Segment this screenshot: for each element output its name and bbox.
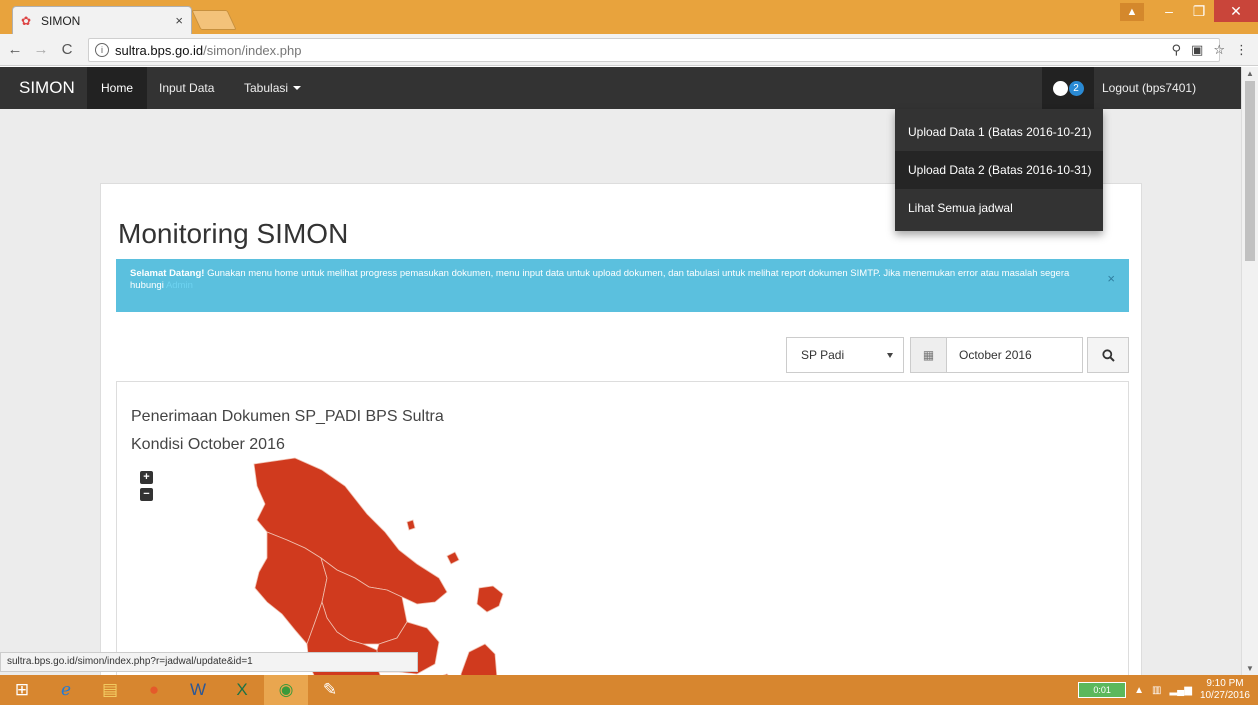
restore-icon[interactable]: ❐ — [1184, 0, 1214, 22]
select-arrow-icon — [887, 353, 893, 358]
map-container: Penerimaan Dokumen SP_PADI BPS Sultra Ko… — [116, 381, 1129, 675]
favicon-icon: ✿ — [21, 13, 32, 28]
translate-icon[interactable]: ▣ — [1191, 42, 1203, 58]
site-navbar: SIMON Home Input Data Tabulasi 2 Logout … — [0, 67, 1241, 109]
menu-icon[interactable]: ⋮ — [1235, 42, 1248, 58]
chrome-icon[interactable]: ◉ — [264, 675, 308, 705]
clock-date: 10/27/2016 — [1199, 690, 1250, 701]
admin-link[interactable]: Admin — [166, 280, 193, 291]
url-host: sultra.bps.go.id — [115, 42, 204, 58]
search-button[interactable] — [1087, 337, 1129, 373]
reload-icon[interactable]: C — [56, 41, 78, 58]
schedule-dropdown: Upload Data 1 (Batas 2016-10-21) Upload … — [895, 109, 1103, 231]
explorer-icon[interactable]: ▤ — [88, 675, 132, 705]
globe-icon — [1052, 80, 1068, 96]
caret-down-icon — [293, 86, 302, 90]
status-bubble: sultra.bps.go.id/simon/index.php?r=jadwa… — [0, 652, 418, 672]
system-tray: 0:01 ▲ ▥ ▂▄▆ 9:10 PM 10/27/2016 — [1078, 675, 1250, 705]
alert-strong: Selamat Datang! — [130, 268, 205, 279]
dropdown-item-upload-1[interactable]: Upload Data 1 (Batas 2016-10-21) — [895, 113, 1103, 151]
excel-icon[interactable]: X — [220, 675, 264, 705]
key-icon[interactable]: ⚲ — [1172, 42, 1182, 58]
browser-tab[interactable]: ✿ SIMON × — [12, 6, 192, 34]
nav-home[interactable]: Home — [87, 67, 148, 109]
map-title: Penerimaan Dokumen SP_PADI BPS Sultra — [131, 408, 444, 425]
zoom-out-button[interactable]: − — [140, 488, 153, 501]
network-icon[interactable]: ▥ — [1152, 685, 1161, 696]
search-icon — [1101, 348, 1115, 362]
scroll-down-icon[interactable]: ▼ — [1246, 664, 1254, 673]
calendar-icon[interactable]: ▦ — [910, 337, 947, 373]
extensions: ⚲ ▣ ☆ ⋮ — [1172, 42, 1248, 58]
nav-tabulasi[interactable]: Tabulasi — [244, 67, 302, 109]
map-subtitle: Kondisi October 2016 — [131, 436, 285, 453]
map-island-southeast — [460, 643, 498, 675]
content-panel: Monitoring SIMON Selamat Datang! Gunakan… — [100, 183, 1142, 675]
survey-select[interactable]: SP Padi — [786, 337, 904, 373]
star-icon[interactable]: ☆ — [1213, 42, 1225, 58]
tab-title: SIMON — [41, 13, 81, 28]
browser-titlebar: ✿ SIMON × ▲ – ❐ ✕ — [0, 0, 1258, 34]
browser-toolbar: ← → C i sultra.bps.go.id/simon/index.php… — [0, 34, 1258, 66]
page-title: Monitoring SIMON — [118, 218, 349, 249]
logout-link[interactable]: Logout (bps7401) — [1102, 67, 1196, 109]
alert-text: Gunakan menu home untuk melihat progress… — [130, 268, 1070, 291]
window-controls: ▲ – ❐ ✕ — [1120, 0, 1258, 24]
minimize-icon[interactable]: – — [1154, 0, 1184, 22]
clock-time: 9:10 PM — [1206, 678, 1244, 689]
ie-icon[interactable]: ℯ — [44, 675, 88, 705]
brand[interactable]: SIMON — [19, 78, 75, 98]
scroll-thumb[interactable] — [1245, 81, 1255, 261]
page-scrollbar[interactable]: ▲ ▼ — [1241, 67, 1258, 675]
zoom-in-button[interactable]: + — [140, 471, 153, 484]
notification-badge: 2 — [1068, 80, 1084, 96]
signal-icon[interactable]: ▂▄▆ — [1169, 685, 1191, 696]
firefox-icon[interactable]: ● — [132, 675, 176, 705]
info-icon[interactable]: i — [95, 43, 109, 57]
tab-close-icon[interactable]: × — [175, 13, 183, 28]
scroll-up-icon[interactable]: ▲ — [1246, 69, 1254, 78]
user-profile-icon[interactable]: ▲ — [1120, 3, 1144, 21]
start-icon[interactable]: ⊞ — [0, 675, 44, 705]
new-tab-button[interactable] — [191, 10, 237, 30]
tray-arrow-icon[interactable]: ▲ — [1134, 685, 1144, 696]
month-input[interactable]: October 2016 — [946, 337, 1083, 373]
battery-indicator[interactable]: 0:01 — [1078, 682, 1127, 698]
page-viewport: SIMON Home Input Data Tabulasi 2 Logout … — [0, 67, 1241, 675]
dropdown-item-all-schedule[interactable]: Lihat Semua jadwal — [895, 189, 1103, 227]
paint-icon[interactable]: ✎ — [308, 675, 352, 705]
address-bar[interactable]: i sultra.bps.go.id/simon/index.php — [88, 38, 1220, 62]
month-input-value: October 2016 — [959, 348, 1032, 362]
word-icon[interactable]: W — [176, 675, 220, 705]
url-path: /simon/index.php — [203, 42, 302, 58]
nav-tabulasi-label: Tabulasi — [244, 81, 289, 95]
welcome-alert: Selamat Datang! Gunakan menu home untuk … — [116, 259, 1129, 312]
clock[interactable]: 9:10 PM 10/27/2016 — [1200, 678, 1250, 702]
survey-select-value: SP Padi — [801, 348, 845, 362]
notification-toggle[interactable]: 2 — [1042, 67, 1094, 109]
dropdown-item-upload-2[interactable]: Upload Data 2 (Batas 2016-10-31) — [895, 151, 1103, 189]
back-icon[interactable]: ← — [4, 41, 26, 58]
map-islet-1 — [406, 519, 416, 531]
map-islet-2 — [446, 551, 460, 565]
nav-input-data[interactable]: Input Data — [159, 67, 214, 109]
taskbar: ⊞ ℯ ▤ ● W X ◉ ✎ 0:01 ▲ ▥ ▂▄▆ 9:10 PM 10/2… — [0, 675, 1258, 705]
forward-icon[interactable]: → — [30, 41, 52, 58]
close-window-icon[interactable]: ✕ — [1214, 0, 1258, 22]
map-island-east — [476, 585, 504, 613]
alert-close-icon[interactable]: × — [1107, 272, 1115, 285]
